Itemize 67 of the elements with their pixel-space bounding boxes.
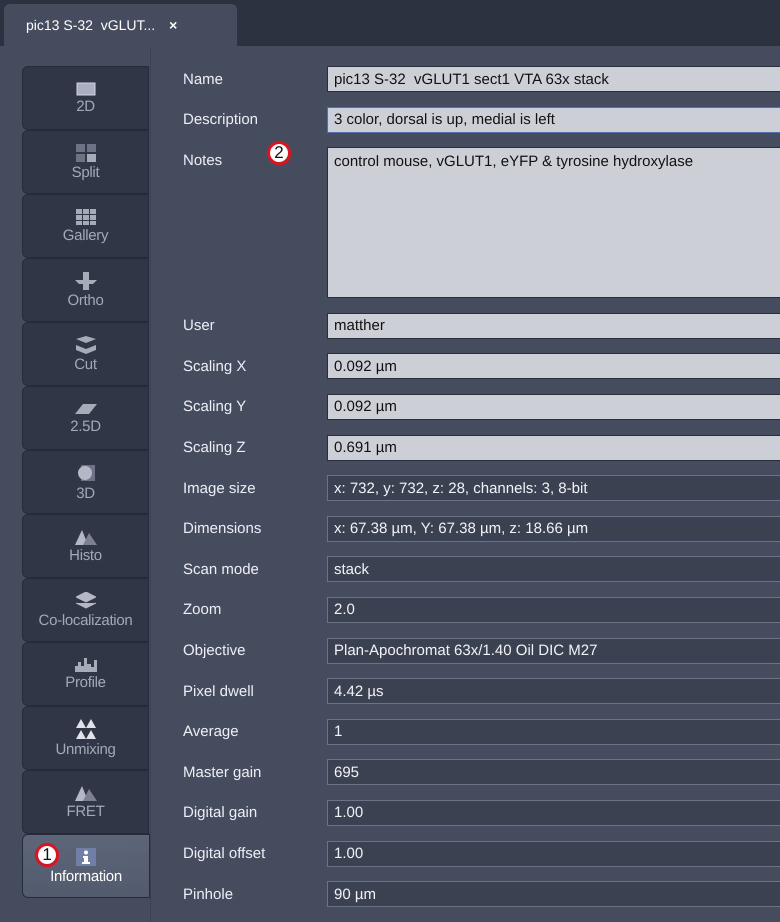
readonly-field[interactable]: 695 [327, 759, 780, 786]
readonly-field[interactable]: Plan-Apochromat 63x/1.40 Oil DIC M27 [327, 638, 780, 664]
field-label: Dimensions [183, 520, 262, 538]
view-tab[interactable]: Gallery [22, 194, 149, 258]
field-label: Master gain [183, 764, 262, 781]
input-field[interactable]: 0.691 µm [327, 434, 780, 461]
field-label: Objective [183, 642, 246, 660]
view-tab[interactable]: 2D [22, 66, 149, 130]
stack-icon [76, 592, 96, 610]
view-tab[interactable]: Ortho [22, 258, 149, 322]
sphere-cube-icon [76, 462, 94, 482]
callout-marker: 1 [35, 843, 59, 867]
tilted-surface-icon [74, 402, 96, 416]
view-tab[interactable]: 3D [22, 450, 149, 514]
readonly-field[interactable]: x: 67.38 µm, Y: 67.38 µm, z: 18.66 µm [327, 516, 780, 542]
input-field[interactable]: 3 color, dorsal is up, medial is left [327, 106, 780, 133]
field-label: Digital gain [183, 804, 258, 822]
view-tab[interactable]: FRET [22, 770, 149, 834]
field-label: Notes [183, 152, 222, 169]
view-tab[interactable]: Unmixing [22, 706, 149, 770]
field-label: Scan mode [183, 560, 259, 578]
input-field[interactable]: matther [327, 312, 780, 339]
document-tab[interactable]: pic13 S-32 vGLUT... × [4, 4, 237, 46]
peaks-icon [74, 528, 96, 544]
peaks-icon [74, 784, 96, 800]
view-tab[interactable]: 2.5D [22, 386, 149, 450]
profile-icon [74, 658, 96, 672]
view-tab[interactable]: Histo [22, 514, 149, 578]
field-label: Description [183, 111, 258, 128]
field-label: Scaling Z [183, 439, 246, 456]
readonly-field[interactable]: 2.0 [327, 596, 780, 623]
close-icon[interactable]: × [169, 17, 178, 33]
callout-marker: 2 [267, 141, 291, 166]
triangles-icon [76, 718, 96, 738]
input-field[interactable]: 0.092 µm [327, 353, 780, 380]
field-label: Average [183, 723, 239, 740]
field-label: Pixel dwell [183, 682, 254, 700]
view-tab[interactable]: Profile [22, 642, 149, 706]
view-tab[interactable]: Information 1 [22, 834, 150, 898]
readonly-field[interactable]: x: 732, y: 732, z: 28, channels: 3, 8-bit [327, 475, 780, 502]
document-tab-title: pic13 S-32 vGLUT... [26, 17, 156, 33]
readonly-field[interactable]: 4.42 µs [327, 678, 780, 704]
field-label: Zoom [183, 601, 222, 618]
info-icon [76, 848, 96, 866]
input-field[interactable]: pic13 S-32 vGLUT1 sect1 VTA 63x stack [327, 66, 780, 92]
field-label: Name [183, 70, 224, 88]
input-field[interactable]: 0.092 µm [327, 394, 780, 420]
field-label: User [183, 317, 215, 334]
rectangle-icon [76, 82, 96, 96]
field-label: Image size [183, 480, 256, 497]
field-label: Scaling X [183, 358, 246, 375]
view-tab[interactable]: Cut [22, 322, 149, 386]
planes-icon [74, 272, 96, 290]
field-label: Pinhole [183, 886, 234, 903]
field-label: Digital offset [183, 845, 266, 862]
readonly-field[interactable]: 1.00 [327, 800, 780, 826]
readonly-field[interactable]: 1.00 [327, 840, 780, 866]
field-label: Scaling Y [183, 398, 246, 416]
readonly-field[interactable]: 1 [327, 718, 780, 745]
layers-icon [76, 336, 96, 354]
readonly-field[interactable]: 90 µm [327, 881, 780, 908]
input-field[interactable]: control mouse, vGLUT1, eYFP & tyrosine hydroxylase [327, 147, 780, 298]
grid-icon [76, 208, 96, 224]
readonly-field[interactable]: stack [327, 556, 780, 582]
view-tab[interactable]: Co-localization [22, 578, 149, 642]
split-grid-icon [76, 144, 96, 162]
view-tab[interactable]: Split [22, 130, 149, 194]
